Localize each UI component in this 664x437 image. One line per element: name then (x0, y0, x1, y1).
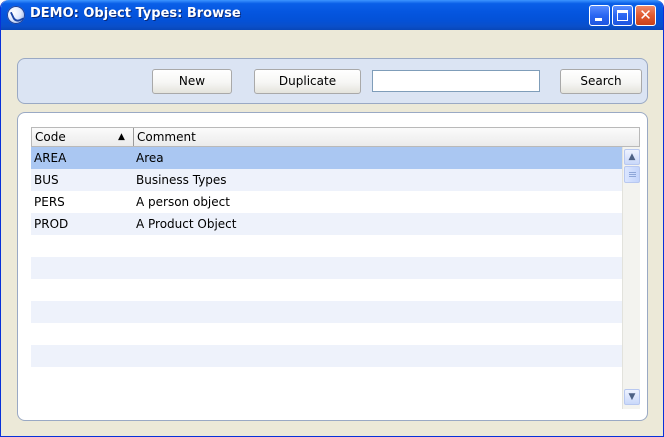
cell-comment: A person object (136, 195, 230, 209)
cell-code: BUS (34, 173, 59, 187)
duplicate-button[interactable]: Duplicate (254, 69, 361, 94)
cell-comment: Area (136, 151, 164, 165)
scroll-up-icon[interactable]: ▲ (624, 149, 640, 165)
column-header-comment[interactable]: Comment (137, 128, 196, 146)
list-panel: Code ▲ Comment AREA Area BUS Business Ty… (17, 112, 648, 421)
minimize-button[interactable] (589, 5, 610, 26)
empty-row[interactable] (31, 257, 622, 279)
thumb-grip (629, 172, 636, 173)
cell-code: PERS (34, 195, 65, 209)
table-row[interactable]: BUS Business Types (31, 169, 622, 191)
close-button[interactable]: ✕ (635, 5, 656, 26)
cell-code: PROD (34, 217, 69, 231)
column-header-code[interactable]: Code (35, 128, 66, 146)
close-icon: ✕ (639, 6, 652, 24)
empty-row[interactable] (31, 235, 622, 257)
object-types-table: Code ▲ Comment AREA Area BUS Business Ty… (31, 127, 640, 409)
window-title: DEMO: Object Types: Browse (30, 6, 241, 21)
empty-row[interactable] (31, 345, 622, 367)
maximize-icon (617, 10, 628, 21)
empty-row[interactable] (31, 301, 622, 323)
vertical-scrollbar[interactable]: ▲ ▼ (622, 147, 640, 409)
column-divider[interactable] (133, 128, 134, 146)
maximize-button[interactable] (612, 5, 633, 26)
table-body: AREA Area BUS Business Types PERS A pers… (31, 147, 622, 367)
table-row[interactable]: PERS A person object (31, 191, 622, 213)
search-button[interactable]: Search (560, 69, 642, 94)
table-row[interactable]: PROD A Product Object (31, 213, 622, 235)
table-header: Code ▲ Comment (31, 127, 640, 147)
thumb-grip (629, 174, 636, 175)
table-row[interactable]: AREA Area (31, 147, 622, 169)
scroll-thumb[interactable] (624, 166, 640, 183)
thumb-grip (629, 176, 636, 177)
minimize-icon (595, 18, 602, 21)
browse-window: DEMO: Object Types: Browse ✕ New Duplica… (0, 0, 664, 437)
new-button[interactable]: New (152, 69, 232, 94)
search-input[interactable] (372, 70, 540, 92)
cell-code: AREA (34, 151, 67, 165)
browse-toolbar: New Duplicate Search (17, 58, 648, 104)
empty-row[interactable] (31, 279, 622, 301)
cell-comment: Business Types (136, 173, 227, 187)
empty-row[interactable] (31, 323, 622, 345)
app-icon (7, 6, 25, 24)
sort-ascending-icon[interactable]: ▲ (118, 128, 125, 146)
scroll-down-icon[interactable]: ▼ (624, 389, 640, 405)
cell-comment: A Product Object (136, 217, 237, 231)
title-bar[interactable]: DEMO: Object Types: Browse ✕ (1, 0, 663, 30)
